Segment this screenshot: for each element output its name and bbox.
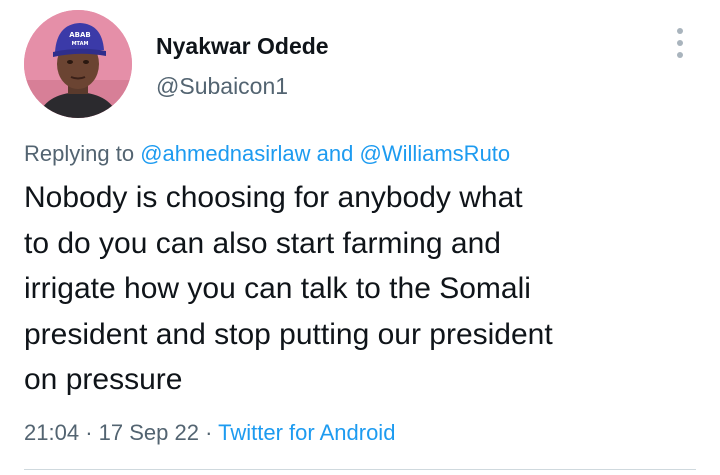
tweet-source-link[interactable]: Twitter for Android [218,420,395,445]
tweet-metadata: 21:04 · 17 Sep 22 · Twitter for Android [24,420,395,446]
tweet-text: Nobody is choosing for anybody what to d… [24,175,704,403]
replying-to-line: Replying to @ahmednasirlaw and @Williams… [24,141,510,167]
more-options-button[interactable] [668,26,692,60]
meta-separator-2: · [205,420,213,445]
mention-link-2[interactable]: @WilliamsRuto [359,141,510,166]
author-display-name[interactable]: Nyakwar Odede [156,33,329,60]
tweet-text-line: irrigate how you can talk to the Somali [24,272,531,305]
avatar[interactable]: ABAB MTAM [24,10,132,118]
author-handle[interactable]: @Subaicon1 [156,73,288,100]
tweet-text-line: on pressure [24,363,183,396]
more-vertical-icon-dot-2 [677,40,683,46]
tweet: ABAB MTAM Nyakwar Odede @Subaicon1 Reply… [0,0,720,475]
mention-link-1[interactable]: @ahmednasirlaw [140,141,310,166]
tweet-time[interactable]: 21:04 [24,420,79,445]
tweet-date[interactable]: 17 Sep 22 [99,420,199,445]
replying-to-label: Replying to [24,141,135,166]
tweet-text-line: president and stop putting our president [24,317,553,351]
meta-separator: · [85,420,93,445]
cap-lettering-top: ABAB [69,31,91,39]
cap-lettering-bottom: MTAM [72,41,89,47]
more-vertical-icon [677,28,683,34]
more-vertical-icon-dot-3 [677,52,683,58]
tweet-text-line: to do you can also start farming and [24,226,501,260]
divider [24,469,696,470]
mention-conjunction: and [316,141,354,166]
avatar-photo: ABAB MTAM [24,10,132,118]
tweet-text-line: Nobody is choosing for anybody what [24,181,523,214]
